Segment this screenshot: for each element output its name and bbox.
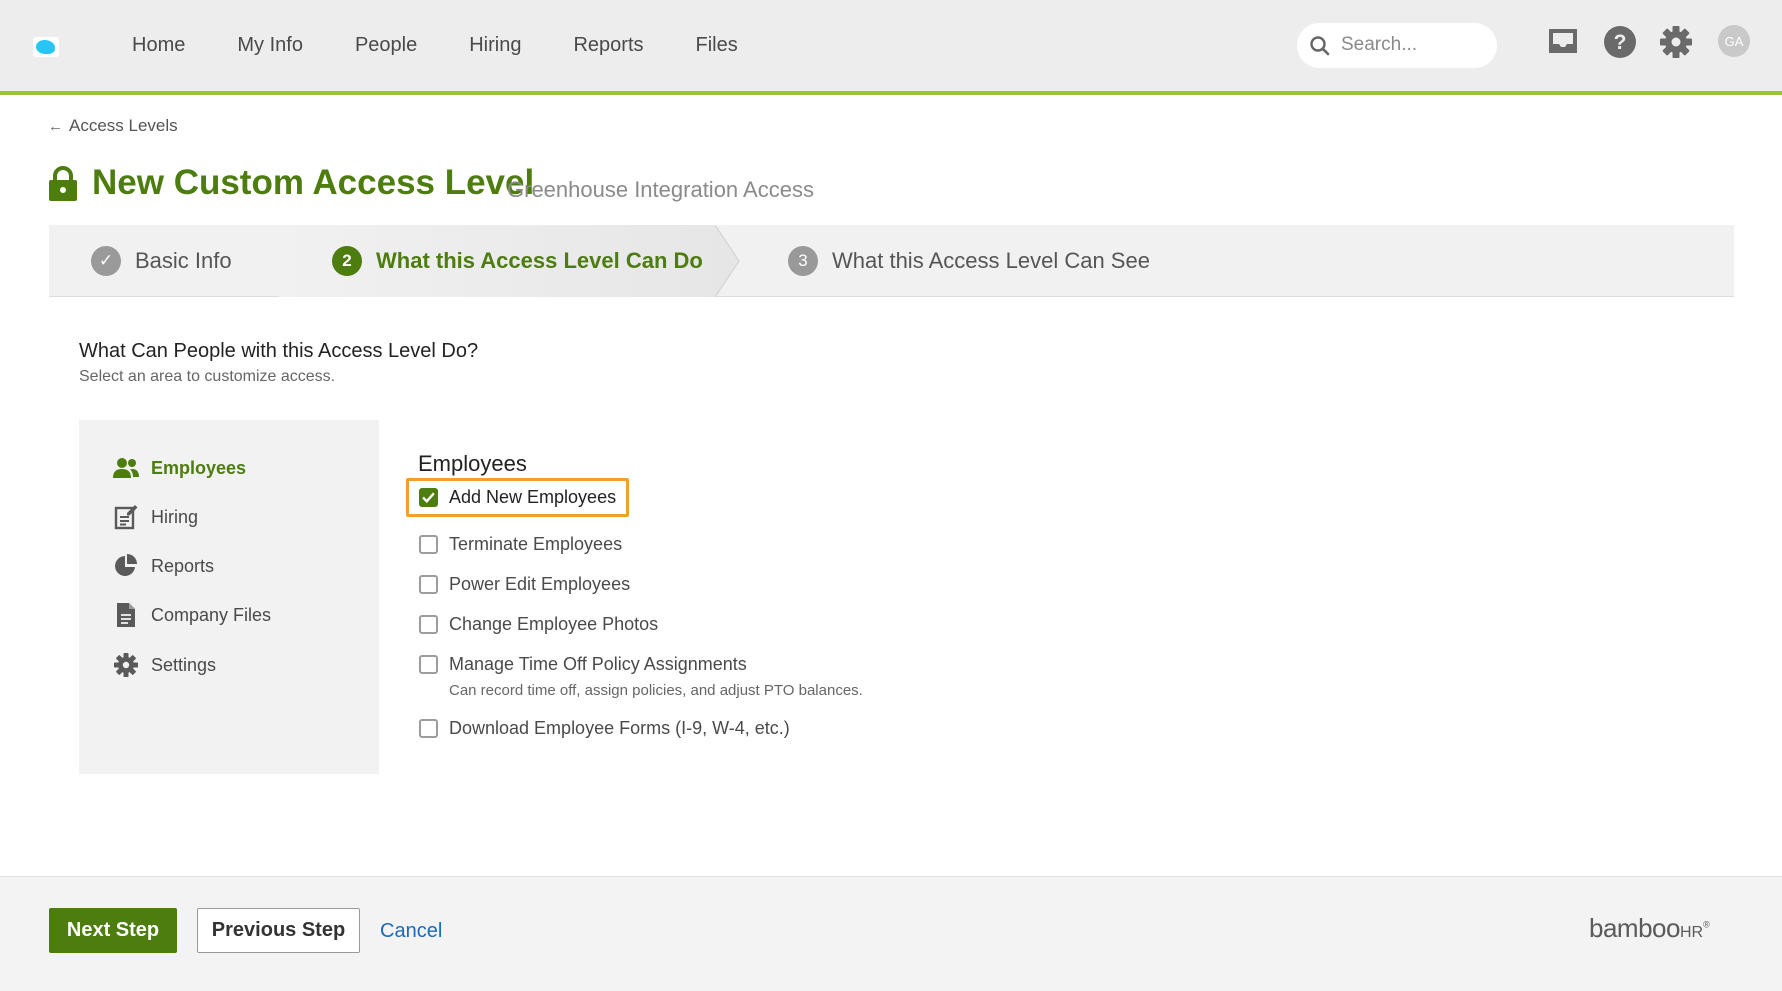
sidebar-item-label: Settings (151, 654, 217, 675)
sidebar-item-employees[interactable]: Employees (113, 453, 246, 483)
brand-suffix: HR (1679, 924, 1704, 941)
checkbox[interactable] (419, 719, 438, 738)
sidebar-item-label: Employees (151, 457, 247, 478)
permission-label: Download Employee Forms (I-9, W-4, etc.) (449, 718, 790, 738)
checkbox[interactable] (419, 535, 438, 554)
search-input[interactable] (1341, 33, 1486, 57)
step-basic-info[interactable]: ✓ Basic Info (91, 225, 232, 297)
nav-reports[interactable]: Reports (573, 34, 643, 57)
section-title: What Can People with this Access Level D… (79, 340, 479, 362)
nav-home[interactable]: Home (132, 34, 185, 57)
sidebar-item-label: Hiring (151, 506, 199, 527)
brand-registered-mark: ® (1703, 919, 1710, 930)
sidebar-item-hiring[interactable]: Hiring (113, 502, 198, 532)
progress-stepper: ✓ Basic Info 2 What this Access Level Ca… (49, 225, 1734, 297)
permission-label: Add New Employees (449, 487, 617, 507)
permission-power-edit-employees[interactable]: Power Edit Employees (419, 574, 630, 595)
permission-label: Terminate Employees (449, 534, 623, 554)
nav-files[interactable]: Files (696, 34, 738, 57)
file-icon (113, 602, 139, 628)
step-number: 3 (788, 246, 818, 276)
step-what-can-do[interactable]: 2 What this Access Level Can Do (332, 225, 703, 297)
step-label: What this Access Level Can See (832, 248, 1150, 273)
permission-label: Power Edit Employees (449, 574, 631, 594)
hiring-icon (113, 504, 139, 530)
permission-add-new-employees[interactable]: Add New Employees (406, 478, 630, 517)
arrow-left-icon: ← (48, 117, 63, 135)
next-step-button[interactable]: Next Step (49, 908, 177, 953)
lock-icon (49, 166, 77, 201)
search-icon (1310, 36, 1330, 56)
search-box[interactable] (1297, 23, 1497, 68)
nav-people[interactable]: People (355, 34, 417, 57)
checkbox[interactable] (419, 615, 438, 634)
step-label: What this Access Level Can Do (376, 248, 703, 273)
pie-chart-icon (113, 553, 139, 579)
sidebar-item-settings[interactable]: Settings (113, 650, 216, 680)
checkbox[interactable] (419, 655, 438, 674)
back-link-label: Access Levels (69, 116, 178, 135)
bamboohr-logo: bambooHR® (1589, 913, 1710, 944)
checkbox[interactable] (419, 575, 438, 594)
footer-action-bar: Next Step Previous Step Cancel bambooHR® (0, 876, 1782, 991)
settings-gear-icon[interactable] (1659, 25, 1693, 59)
checkmark-icon (422, 492, 435, 503)
step-what-can-see[interactable]: 3 What this Access Level Can See (788, 225, 1150, 297)
permission-label: Change Employee Photos (449, 614, 659, 634)
checkbox-checked[interactable] (419, 488, 438, 507)
permissions-group-title: Employees (418, 451, 527, 476)
nav-hiring[interactable]: Hiring (469, 34, 521, 57)
checkmark-icon: ✓ (91, 246, 121, 276)
cancel-link[interactable]: Cancel (380, 920, 442, 943)
page-title: New Custom Access Level (92, 163, 535, 202)
permission-manage-time-off-policy[interactable]: Manage Time Off Policy Assignments (419, 654, 747, 675)
app-logo-icon[interactable] (33, 37, 59, 57)
step-label: Basic Info (135, 248, 232, 273)
svg-text:?: ? (1614, 31, 1627, 54)
help-icon[interactable]: ? (1603, 25, 1637, 59)
step-number: 2 (332, 246, 362, 276)
back-to-access-levels-link[interactable]: ← Access Levels (48, 116, 178, 136)
inbox-icon[interactable] (1546, 25, 1580, 57)
sidebar-item-company-files[interactable]: Company Files (113, 600, 271, 630)
previous-step-button[interactable]: Previous Step (197, 908, 360, 953)
permission-label: Manage Time Off Policy Assignments (449, 654, 747, 674)
permission-note: Can record time off, assign policies, an… (449, 682, 863, 699)
permission-terminate-employees[interactable]: Terminate Employees (419, 534, 622, 555)
nav-my-info[interactable]: My Info (237, 34, 303, 57)
area-sidebar: Employees Hiring Reports Company Files S… (79, 420, 379, 774)
sidebar-item-label: Reports (151, 555, 215, 576)
sidebar-item-reports[interactable]: Reports (113, 551, 214, 581)
brand-wordmark: bamboo (1589, 913, 1680, 943)
people-icon (113, 455, 139, 481)
main-nav: Home My Info People Hiring Reports Files (106, 0, 764, 91)
permission-change-employee-photos[interactable]: Change Employee Photos (419, 614, 658, 635)
section-subtitle: Select an area to customize access. (79, 368, 336, 385)
user-avatar[interactable]: GA (1718, 25, 1750, 57)
sidebar-item-label: Company Files (151, 604, 272, 625)
page-subtitle: Greenhouse Integration Access (507, 177, 814, 202)
top-navigation-bar: Home My Info People Hiring Reports Files… (0, 0, 1782, 95)
gear-icon (113, 652, 139, 678)
permission-download-employee-forms[interactable]: Download Employee Forms (I-9, W-4, etc.) (419, 718, 790, 739)
